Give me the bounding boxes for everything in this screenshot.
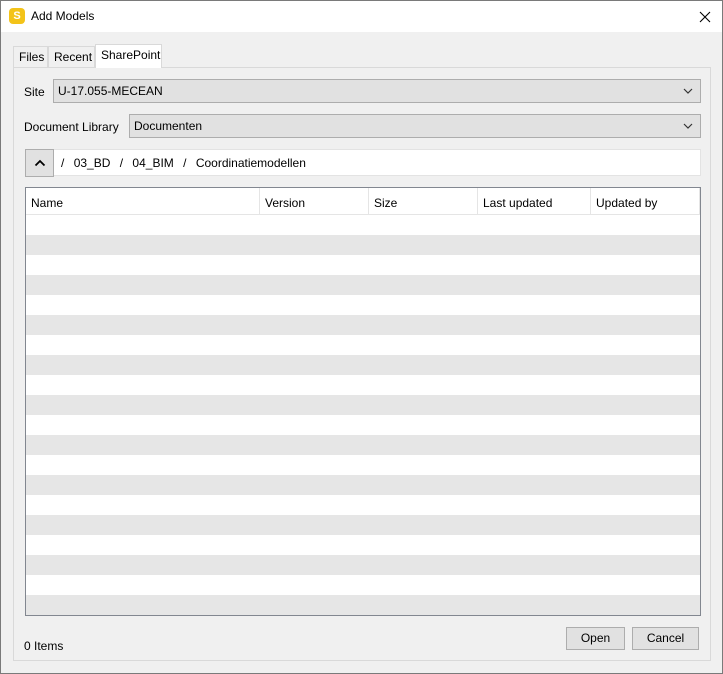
empty-row-stripe xyxy=(26,415,700,435)
sharepoint-panel: Site U-17.055-MECEAN Document Library Do… xyxy=(13,67,711,661)
title-bar: S Add Models xyxy=(1,1,722,32)
empty-row-stripe xyxy=(26,555,700,575)
breadcrumb-separator: / xyxy=(61,156,65,170)
site-label: Site xyxy=(24,85,45,99)
empty-row-stripe xyxy=(26,275,700,295)
column-header-version[interactable]: Version xyxy=(260,188,369,215)
empty-row-stripe xyxy=(26,255,700,275)
breadcrumb-path: / 03_BD / 04_BIM / Coordinatiemodellen xyxy=(61,156,312,170)
up-folder-button[interactable] xyxy=(25,149,54,177)
empty-row-stripe xyxy=(26,355,700,375)
breadcrumb-separator: / xyxy=(183,156,187,170)
chevron-down-icon xyxy=(683,88,693,94)
list-header: Name Version Size Last updated Updated b… xyxy=(26,188,700,215)
breadcrumb-separator: / xyxy=(119,156,124,170)
close-icon xyxy=(699,11,711,22)
empty-row-stripe xyxy=(26,595,700,615)
column-header-updated-by[interactable]: Updated by xyxy=(591,188,700,215)
breadcrumb-item-04-bim[interactable]: 04_BIM xyxy=(132,156,173,170)
list-rows xyxy=(26,215,700,615)
site-dropdown-value: U-17.055-MECEAN xyxy=(58,84,163,98)
document-library-dropdown[interactable]: Documenten xyxy=(129,114,701,138)
empty-row-stripe xyxy=(26,535,700,555)
empty-row-stripe xyxy=(26,395,700,415)
empty-row-stripe xyxy=(26,575,700,595)
window-title: Add Models xyxy=(31,9,95,23)
empty-row-stripe xyxy=(26,455,700,475)
column-header-name[interactable]: Name xyxy=(26,188,260,215)
breadcrumb: / 03_BD / 04_BIM / Coordinatiemodellen xyxy=(25,149,701,177)
add-models-dialog: S Add Models Files Recent SharePoint Sit… xyxy=(0,0,723,674)
empty-row-stripe xyxy=(26,495,700,515)
tab-files[interactable]: Files xyxy=(13,46,48,67)
document-library-value: Documenten xyxy=(134,119,203,133)
open-button[interactable]: Open xyxy=(566,627,625,650)
empty-row-stripe xyxy=(26,335,700,355)
breadcrumb-item-03-bd[interactable]: 03_BD xyxy=(74,156,111,170)
column-header-size[interactable]: Size xyxy=(369,188,478,215)
chevron-up-icon xyxy=(34,159,45,167)
cancel-button[interactable]: Cancel xyxy=(632,627,699,650)
empty-row-stripe xyxy=(26,435,700,455)
column-header-last-updated[interactable]: Last updated xyxy=(478,188,591,215)
item-count: 0 Items xyxy=(24,639,64,653)
app-logo-icon: S xyxy=(9,8,25,24)
tab-sharepoint[interactable]: SharePoint xyxy=(95,44,162,68)
breadcrumb-item-coordinatiemodellen[interactable]: Coordinatiemodellen xyxy=(196,156,306,170)
empty-row-stripe xyxy=(26,315,700,335)
site-dropdown[interactable]: U-17.055-MECEAN xyxy=(53,79,701,103)
file-list[interactable]: Name Version Size Last updated Updated b… xyxy=(25,187,701,616)
tab-recent[interactable]: Recent xyxy=(48,46,95,67)
close-button[interactable] xyxy=(688,1,722,32)
empty-row-stripe xyxy=(26,475,700,495)
chevron-down-icon xyxy=(683,123,693,129)
empty-row-stripe xyxy=(26,375,700,395)
empty-row-stripe xyxy=(26,295,700,315)
empty-row-stripe xyxy=(26,235,700,255)
empty-row-stripe xyxy=(26,515,700,535)
empty-row-stripe xyxy=(26,215,700,235)
document-library-label: Document Library xyxy=(24,120,119,134)
